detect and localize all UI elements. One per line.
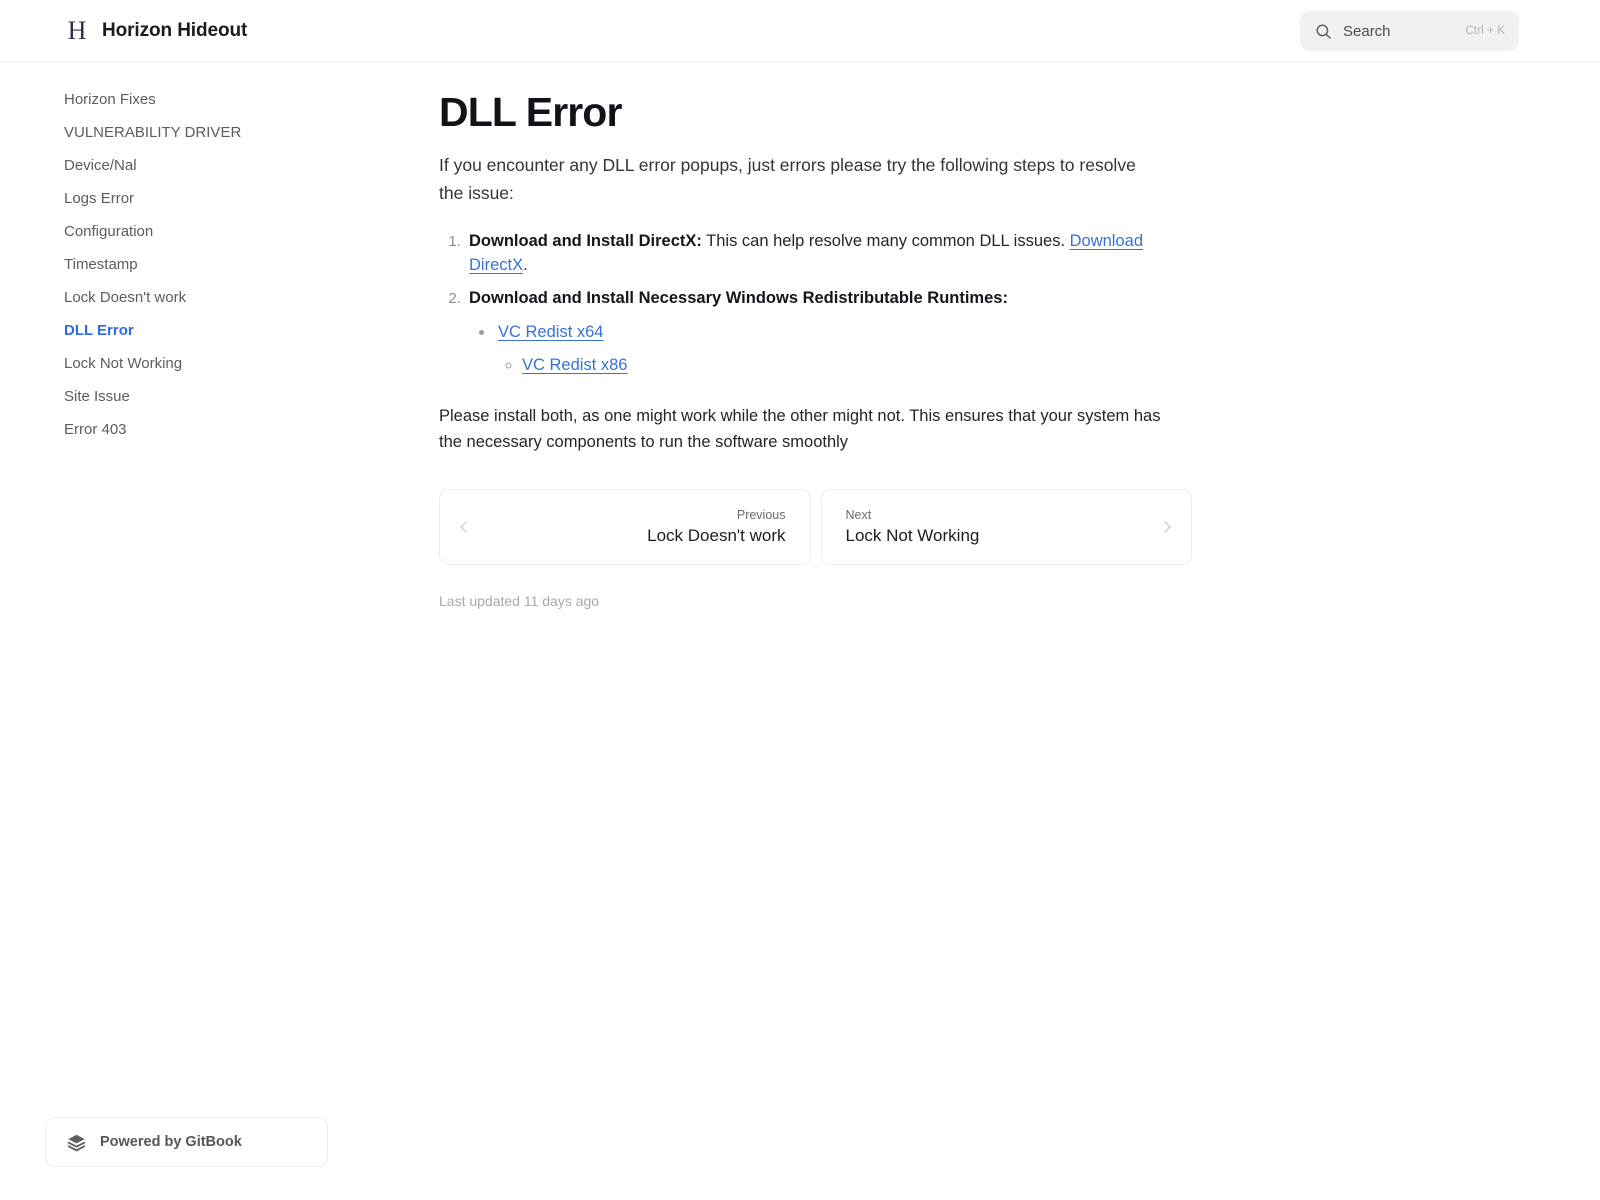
- next-label: Next: [845, 508, 872, 522]
- sidebar-link[interactable]: Logs Error: [0, 182, 420, 215]
- sidebar-link[interactable]: Lock Not Working: [0, 347, 420, 380]
- sidebar-item-configuration: Configuration: [0, 215, 420, 248]
- sidebar-link-active[interactable]: DLL Error: [0, 314, 420, 347]
- step-1-text: This can help resolve many common DLL is…: [701, 232, 1070, 250]
- search-icon: [1316, 23, 1331, 39]
- next-page-title: Lock Not Working: [845, 526, 980, 545]
- powered-by-gitbook-badge[interactable]: Powered by GitBook: [45, 1117, 328, 1167]
- sidebar-link[interactable]: Horizon Fixes: [0, 83, 420, 116]
- sidebar-item-logs-error: Logs Error: [0, 182, 420, 215]
- sub-item-vc-redist-x64: VC Redist x64 VC Redist x86: [495, 320, 1199, 377]
- sidebar-link[interactable]: Timestamp: [0, 248, 420, 281]
- sidebar-item-dll-error: DLL Error: [0, 314, 420, 347]
- search-placeholder-label: Search: [1343, 22, 1391, 40]
- page-title: DLL Error: [439, 89, 622, 135]
- search-button[interactable]: Search Ctrl + K: [1300, 11, 1519, 51]
- sidebar-link[interactable]: Device/Nal: [0, 149, 420, 182]
- h-monogram-icon: H: [67, 15, 87, 45]
- sidebar-link[interactable]: VULNERABILITY DRIVER: [0, 116, 420, 149]
- sidebar-item-lock-doesnt-work: Lock Doesn't work: [0, 281, 420, 314]
- sidebar-item-site-issue: Site Issue: [0, 380, 420, 413]
- sidebar-link[interactable]: Configuration: [0, 215, 420, 248]
- sidebar-link[interactable]: Error 403: [0, 413, 420, 446]
- steps-list: Download and Install DirectX: This can h…: [439, 229, 1199, 377]
- sidebar-item-horizon-fixes: Horizon Fixes: [0, 83, 420, 116]
- previous-page-title: Lock Doesn't work: [647, 526, 786, 545]
- intro-paragraph: If you encounter any DLL error popups, j…: [439, 155, 1136, 203]
- next-page-card[interactable]: Next Lock Not Working: [820, 489, 1192, 565]
- step-1-suffix: .: [523, 256, 528, 274]
- sidebar-item-error-403: Error 403: [0, 413, 420, 446]
- brand-home-link[interactable]: H Horizon Hideout: [64, 0, 248, 61]
- redistributable-sub-list: VC Redist x86: [498, 353, 1199, 377]
- site-header: H Horizon Hideout Search Ctrl + K: [0, 0, 1600, 62]
- site-title: Horizon Hideout: [102, 19, 248, 41]
- vc-redist-x64-link[interactable]: VC Redist x64: [498, 323, 603, 341]
- previous-label: Previous: [736, 508, 786, 522]
- main-content: DLL Error If you encounter any DLL error…: [439, 62, 1199, 609]
- sidebar-nav-list: Horizon Fixes VULNERABILITY DRIVER Devic…: [0, 83, 420, 446]
- gitbook-layers-icon: [67, 1134, 86, 1151]
- sidebar-item-timestamp: Timestamp: [0, 248, 420, 281]
- previous-page-body: Previous Lock Doesn't work: [472, 507, 794, 547]
- next-page-body: Next Lock Not Working: [838, 507, 1160, 547]
- sub-item-vc-redist-x86: VC Redist x86: [522, 353, 1199, 377]
- step-item-1: Download and Install DirectX: This can h…: [465, 229, 1199, 277]
- chevron-left-icon: [460, 521, 467, 533]
- outro-paragraph: Please install both, as one might work w…: [439, 407, 1161, 451]
- vc-redist-x86-link[interactable]: VC Redist x86: [522, 356, 627, 374]
- redistributable-list: VC Redist x64 VC Redist x86: [469, 320, 1199, 377]
- chevron-right-icon: [1164, 521, 1171, 533]
- last-updated-text: Last updated 11 days ago: [439, 593, 600, 609]
- search-shortcut-hint: Ctrl + K: [1465, 25, 1505, 37]
- step-2-heading: Download and Install Necessary Windows R…: [469, 289, 1008, 307]
- step-1-heading: Download and Install DirectX:: [469, 232, 702, 250]
- sidebar-link[interactable]: Site Issue: [0, 380, 420, 413]
- sidebar-item-vulnerability-driver: VULNERABILITY DRIVER: [0, 116, 420, 149]
- page-navigation: Previous Lock Doesn't work Next Lock Not…: [439, 489, 1192, 565]
- step-item-2: Download and Install Necessary Windows R…: [465, 286, 1199, 377]
- sidebar-item-device-nal: Device/Nal: [0, 149, 420, 182]
- sidebar: Horizon Fixes VULNERABILITY DRIVER Devic…: [0, 62, 420, 1200]
- gitbook-badge-label: Powered by GitBook: [100, 1134, 242, 1150]
- previous-page-card[interactable]: Previous Lock Doesn't work: [439, 489, 811, 565]
- sidebar-item-lock-not-working: Lock Not Working: [0, 347, 420, 380]
- sidebar-link[interactable]: Lock Doesn't work: [0, 281, 420, 314]
